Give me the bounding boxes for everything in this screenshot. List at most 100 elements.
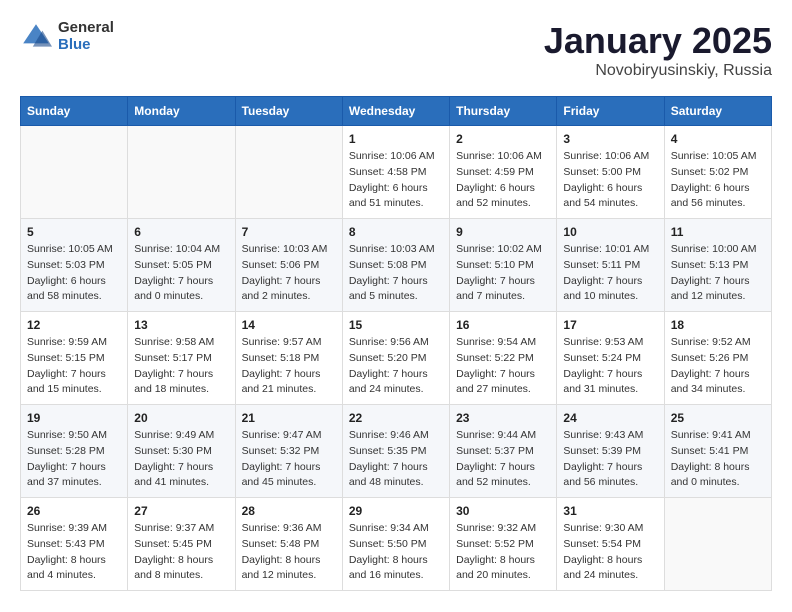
day-info: Sunrise: 9:49 AM Sunset: 5:30 PM Dayligh…: [134, 428, 228, 491]
day-number: 18: [671, 318, 765, 332]
day-number: 20: [134, 411, 228, 425]
calendar-cell: 31Sunrise: 9:30 AM Sunset: 5:54 PM Dayli…: [557, 498, 664, 591]
day-info: Sunrise: 9:44 AM Sunset: 5:37 PM Dayligh…: [456, 428, 550, 491]
calendar-week-row: 19 Sunrise: 9:50 AM Sunset: 5:28 PM Dayli…: [21, 405, 772, 498]
day-info: Sunrise: 10:02 AM Sunset: 5:10 PM Daylig…: [456, 242, 550, 305]
calendar-cell: 17Sunrise: 9:53 AM Sunset: 5:24 PM Dayli…: [557, 312, 664, 405]
day-of-week-header: Tuesday: [235, 97, 342, 126]
day-number: 31: [563, 504, 657, 518]
day-info: Sunrise: 9:50 AM Sunset: 5:28 PM Dayligh…: [27, 428, 121, 491]
day-number: 12: [27, 318, 121, 332]
calendar-week-row: 12Sunrise: 9:59 AM Sunset: 5:15 PM Dayli…: [21, 312, 772, 405]
day-number: 26: [27, 504, 121, 518]
day-info: Sunrise: 10:06 AM Sunset: 4:59 PM Daylig…: [456, 149, 550, 212]
day-info: Sunrise: 9:43 AM Sunset: 5:39 PM Dayligh…: [563, 428, 657, 491]
day-info: Sunrise: 10:03 AM Sunset: 5:08 PM Daylig…: [349, 242, 443, 305]
calendar-cell: 28 Sunrise: 9:36 AM Sunset: 5:48 PM Dayli…: [235, 498, 342, 591]
calendar-cell: [235, 126, 342, 219]
calendar-cell: [128, 126, 235, 219]
day-number: 27: [134, 504, 228, 518]
day-info: Sunrise: 9:54 AM Sunset: 5:22 PM Dayligh…: [456, 335, 550, 398]
day-number: 4: [671, 132, 765, 146]
day-number: 22: [349, 411, 443, 425]
day-number: 8: [349, 225, 443, 239]
calendar-body: 1 Sunrise: 10:06 AM Sunset: 4:58 PM Dayli…: [21, 126, 772, 591]
day-number: 1: [349, 132, 443, 146]
day-number: 16: [456, 318, 550, 332]
day-number: 29: [349, 504, 443, 518]
day-info: Sunrise: 10:04 AM Sunset: 5:05 PM Daylig…: [134, 242, 228, 305]
day-number: 19: [27, 411, 121, 425]
day-info: Sunrise: 10:03 AM Sunset: 5:06 PM Daylig…: [242, 242, 336, 305]
calendar-cell: 23Sunrise: 9:44 AM Sunset: 5:37 PM Dayli…: [450, 405, 557, 498]
day-number: 2: [456, 132, 550, 146]
calendar-cell: [21, 126, 128, 219]
calendar-week-row: 1 Sunrise: 10:06 AM Sunset: 4:58 PM Dayli…: [21, 126, 772, 219]
day-number: 3: [563, 132, 657, 146]
day-info: Sunrise: 10:05 AM Sunset: 5:03 PM Daylig…: [27, 242, 121, 305]
calendar-cell: 12Sunrise: 9:59 AM Sunset: 5:15 PM Dayli…: [21, 312, 128, 405]
day-number: 15: [349, 318, 443, 332]
calendar-cell: 5Sunrise: 10:05 AM Sunset: 5:03 PM Dayli…: [21, 219, 128, 312]
calendar-cell: 26 Sunrise: 9:39 AM Sunset: 5:43 PM Dayli…: [21, 498, 128, 591]
calendar-cell: 24 Sunrise: 9:43 AM Sunset: 5:39 PM Dayli…: [557, 405, 664, 498]
title-block: January 2025 Novobiryusinskiy, Russia: [544, 20, 772, 80]
day-info: Sunrise: 10:00 AM Sunset: 5:13 PM Daylig…: [671, 242, 765, 305]
day-number: 11: [671, 225, 765, 239]
calendar-cell: 27Sunrise: 9:37 AM Sunset: 5:45 PM Dayli…: [128, 498, 235, 591]
calendar-header: SundayMondayTuesdayWednesdayThursdayFrid…: [21, 97, 772, 126]
calendar-cell: 9 Sunrise: 10:02 AM Sunset: 5:10 PM Dayli…: [450, 219, 557, 312]
day-header-row: SundayMondayTuesdayWednesdayThursdayFrid…: [21, 97, 772, 126]
calendar-cell: 11 Sunrise: 10:00 AM Sunset: 5:13 PM Dayl…: [664, 219, 771, 312]
day-of-week-header: Friday: [557, 97, 664, 126]
calendar-cell: [664, 498, 771, 591]
day-number: 13: [134, 318, 228, 332]
calendar-cell: 2 Sunrise: 10:06 AM Sunset: 4:59 PM Dayli…: [450, 126, 557, 219]
day-of-week-header: Saturday: [664, 97, 771, 126]
day-info: Sunrise: 10:06 AM Sunset: 4:58 PM Daylig…: [349, 149, 443, 212]
day-of-week-header: Wednesday: [342, 97, 449, 126]
day-info: Sunrise: 9:41 AM Sunset: 5:41 PM Dayligh…: [671, 428, 765, 491]
logo-icon: [20, 21, 52, 53]
calendar-cell: 4Sunrise: 10:05 AM Sunset: 5:02 PM Dayli…: [664, 126, 771, 219]
calendar-cell: 14 Sunrise: 9:57 AM Sunset: 5:18 PM Dayli…: [235, 312, 342, 405]
day-info: Sunrise: 9:56 AM Sunset: 5:20 PM Dayligh…: [349, 335, 443, 398]
calendar-cell: 25 Sunrise: 9:41 AM Sunset: 5:41 PM Dayli…: [664, 405, 771, 498]
day-info: Sunrise: 9:36 AM Sunset: 5:48 PM Dayligh…: [242, 521, 336, 584]
day-info: Sunrise: 10:06 AM Sunset: 5:00 PM Daylig…: [563, 149, 657, 212]
logo-general-label: General: [58, 20, 114, 37]
calendar-cell: 18 Sunrise: 9:52 AM Sunset: 5:26 PM Dayli…: [664, 312, 771, 405]
calendar-cell: 20 Sunrise: 9:49 AM Sunset: 5:30 PM Dayli…: [128, 405, 235, 498]
day-number: 9: [456, 225, 550, 239]
calendar-cell: 15 Sunrise: 9:56 AM Sunset: 5:20 PM Dayli…: [342, 312, 449, 405]
page-header: General Blue January 2025 Novobiryusinsk…: [20, 20, 772, 80]
logo-blue-label: Blue: [58, 37, 114, 54]
day-info: Sunrise: 9:34 AM Sunset: 5:50 PM Dayligh…: [349, 521, 443, 584]
calendar-cell: 8 Sunrise: 10:03 AM Sunset: 5:08 PM Dayli…: [342, 219, 449, 312]
calendar-cell: 29 Sunrise: 9:34 AM Sunset: 5:50 PM Dayli…: [342, 498, 449, 591]
day-number: 24: [563, 411, 657, 425]
day-info: Sunrise: 9:57 AM Sunset: 5:18 PM Dayligh…: [242, 335, 336, 398]
day-info: Sunrise: 9:32 AM Sunset: 5:52 PM Dayligh…: [456, 521, 550, 584]
day-info: Sunrise: 9:52 AM Sunset: 5:26 PM Dayligh…: [671, 335, 765, 398]
day-info: Sunrise: 9:47 AM Sunset: 5:32 PM Dayligh…: [242, 428, 336, 491]
calendar-week-row: 26 Sunrise: 9:39 AM Sunset: 5:43 PM Dayli…: [21, 498, 772, 591]
day-info: Sunrise: 9:46 AM Sunset: 5:35 PM Dayligh…: [349, 428, 443, 491]
logo-text: General Blue: [58, 20, 114, 53]
calendar-cell: 22 Sunrise: 9:46 AM Sunset: 5:35 PM Dayli…: [342, 405, 449, 498]
day-info: Sunrise: 9:53 AM Sunset: 5:24 PM Dayligh…: [563, 335, 657, 398]
day-number: 7: [242, 225, 336, 239]
calendar-cell: 6Sunrise: 10:04 AM Sunset: 5:05 PM Dayli…: [128, 219, 235, 312]
day-info: Sunrise: 9:39 AM Sunset: 5:43 PM Dayligh…: [27, 521, 121, 584]
calendar-title: January 2025: [544, 20, 772, 62]
day-of-week-header: Monday: [128, 97, 235, 126]
calendar-week-row: 5Sunrise: 10:05 AM Sunset: 5:03 PM Dayli…: [21, 219, 772, 312]
day-number: 14: [242, 318, 336, 332]
day-number: 21: [242, 411, 336, 425]
calendar-cell: 30Sunrise: 9:32 AM Sunset: 5:52 PM Dayli…: [450, 498, 557, 591]
day-number: 28: [242, 504, 336, 518]
day-of-week-header: Thursday: [450, 97, 557, 126]
calendar-cell: 19 Sunrise: 9:50 AM Sunset: 5:28 PM Dayli…: [21, 405, 128, 498]
day-info: Sunrise: 10:01 AM Sunset: 5:11 PM Daylig…: [563, 242, 657, 305]
day-number: 25: [671, 411, 765, 425]
